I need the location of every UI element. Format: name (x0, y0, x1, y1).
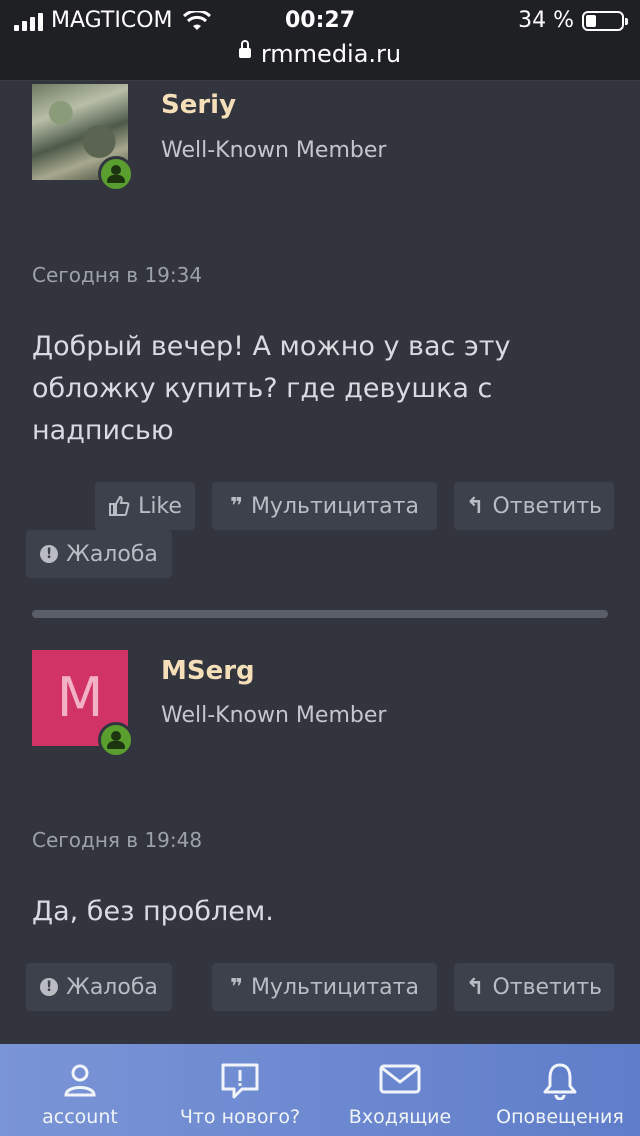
report-button[interactable]: ! Жалоба (26, 963, 172, 1011)
multiquote-label: Мультицитата (250, 974, 419, 1000)
quote-icon: ❞ (230, 493, 243, 519)
battery-area: 34 % (518, 8, 628, 33)
reply-label: Ответить (492, 974, 602, 1000)
online-status-icon (98, 722, 134, 758)
post-message: Да, без проблем. (32, 896, 274, 927)
tab-label: Оповещения (496, 1106, 624, 1128)
bell-icon (543, 1063, 577, 1100)
lock-icon (238, 40, 251, 58)
battery-icon (582, 10, 628, 31)
post-message: Добрый вечер! А можно у вас эту обложку … (32, 331, 511, 446)
multiquote-button[interactable]: ❞ Мультицитата (212, 482, 437, 530)
post-date[interactable]: Сегодня в 19:34 (32, 263, 202, 287)
multiquote-button[interactable]: ❞ Мультицитата (212, 963, 437, 1011)
multiquote-label: Мультицитата (250, 493, 419, 519)
username[interactable]: Seriy (161, 90, 236, 120)
quote-icon: ❞ (230, 974, 243, 1000)
user-title: Well-Known Member (161, 703, 387, 728)
tab-label: account (42, 1106, 118, 1128)
avatar[interactable] (32, 84, 134, 192)
tab-inbox[interactable]: Входящие (320, 1044, 480, 1136)
online-status-icon (98, 156, 134, 192)
status-bar: MAGTICOM 00:27 34 % rmmedia.ru (0, 0, 640, 81)
reply-button[interactable]: ↰ Ответить (454, 963, 614, 1011)
reply-button[interactable]: ↰ Ответить (454, 482, 614, 530)
post-date[interactable]: Сегодня в 19:48 (32, 828, 202, 852)
report-label: Жалоба (66, 974, 158, 1000)
account-icon (64, 1064, 96, 1097)
tab-label: Входящие (348, 1106, 452, 1128)
tab-label: Что нового? (179, 1106, 301, 1128)
avatar[interactable]: M (32, 650, 134, 758)
post-separator (32, 610, 608, 618)
report-icon: ! (40, 978, 59, 996)
address-bar[interactable]: rmmedia.ru (0, 40, 640, 68)
reply-icon: ↰ (466, 974, 485, 1000)
tab-account[interactable]: account (0, 1044, 160, 1136)
avatar-letter: M (56, 666, 104, 729)
username[interactable]: MSerg (161, 656, 255, 686)
report-icon: ! (40, 545, 59, 563)
like-label: Like (138, 493, 182, 519)
report-button[interactable]: ! Жалоба (26, 530, 172, 578)
bottom-tab-bar: account Что нового? Входящие Оповещения (0, 1044, 640, 1136)
tab-alerts[interactable]: Оповещения (480, 1044, 640, 1136)
battery-percent: 34 % (518, 8, 574, 33)
tab-whats-new[interactable]: Что нового? (160, 1044, 320, 1136)
whats-new-icon (221, 1063, 259, 1099)
reply-icon: ↰ (466, 493, 485, 519)
user-title: Well-Known Member (161, 138, 387, 163)
like-button[interactable]: Like (95, 482, 195, 530)
report-label: Жалоба (66, 541, 158, 567)
url-text: rmmedia.ru (260, 40, 402, 68)
reply-label: Ответить (492, 493, 602, 519)
thumbs-up-icon (109, 495, 130, 516)
inbox-icon (379, 1064, 421, 1094)
